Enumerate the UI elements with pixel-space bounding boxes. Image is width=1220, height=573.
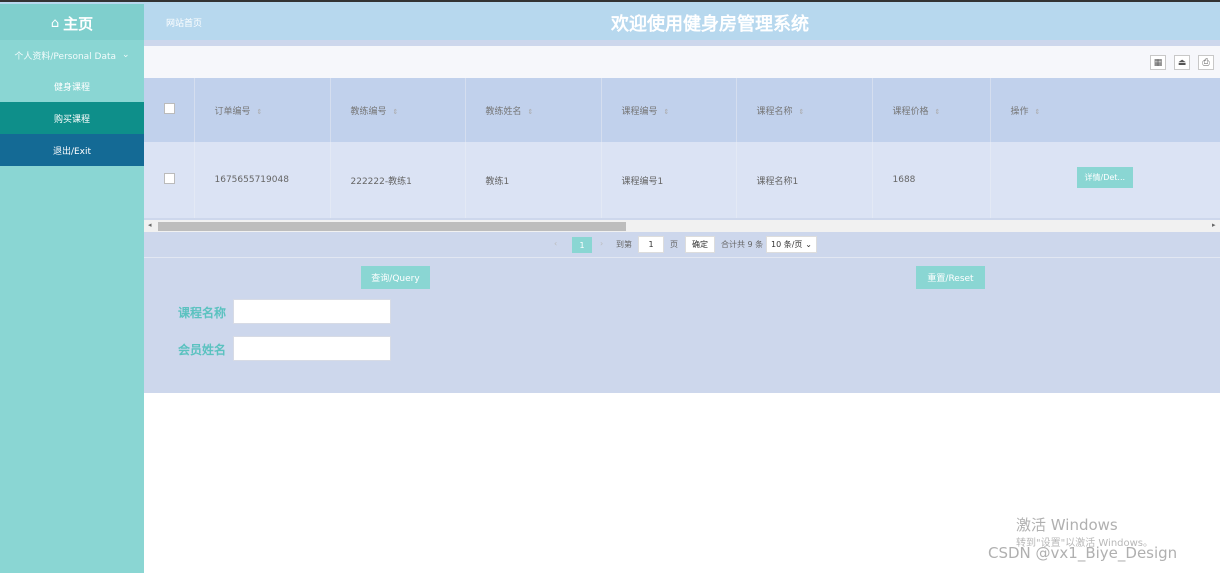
page-size-select[interactable]: 10 条/页 ⌄ xyxy=(766,236,817,253)
sidebar-item-label: 购买课程 xyxy=(53,114,90,125)
scroll-left-icon[interactable]: ◂ xyxy=(148,221,152,229)
home-icon: ⌂ xyxy=(50,15,60,31)
column-header[interactable]: 操作 ⇕ xyxy=(990,78,1220,142)
goto-confirm-button[interactable]: 确定 xyxy=(685,236,715,253)
total-count: 合计共 9 条 xyxy=(721,240,764,249)
member-name-input[interactable] xyxy=(233,336,391,361)
course-name-label: 课程名称 xyxy=(178,306,227,320)
page-unit-label: 页 xyxy=(670,240,678,249)
column-header[interactable]: 订单编号 ⇕ xyxy=(194,78,331,142)
goto-page-input[interactable]: 1 xyxy=(638,236,664,253)
sort-icon: ⇕ xyxy=(798,107,805,116)
query-button[interactable]: 查询/Query xyxy=(361,266,430,289)
home-label: 主页 xyxy=(63,14,94,33)
sidebar-item-exit[interactable]: 退出/Exit xyxy=(0,134,144,166)
export-icon[interactable]: ⏏ xyxy=(1174,55,1190,70)
sidebar-item-label: 健身课程 xyxy=(53,82,90,93)
chevron-down-icon: ⌄ xyxy=(122,50,130,60)
sidebar-item-purchase-course[interactable]: 购买课程 xyxy=(0,102,144,134)
sort-icon: ⇕ xyxy=(934,107,941,116)
pagination: ‹ 1 › 到第 1 页 确定 合计共 9 条 10 条/页 ⌄ xyxy=(144,232,1220,258)
row-select-cell xyxy=(144,142,195,218)
detail-button[interactable]: 详情/Det... xyxy=(1076,166,1134,188)
goto-label: 到第 xyxy=(616,240,632,249)
sort-icon: ⇕ xyxy=(1034,107,1041,116)
sidebar: 个人资料/Personal Data ⌄ 健身课程 购买课程 退出/Exit xyxy=(0,40,144,573)
top-bar: ⌂ 主页 网站首页 欢迎使用健身房管理系统 xyxy=(0,0,1220,42)
csdn-watermark: CSDN @vx1_Biye_Design xyxy=(988,544,1178,562)
page-size-value: 10 条/页 xyxy=(771,240,803,249)
column-header-label: 教练姓名 xyxy=(485,106,522,117)
select-all-checkbox[interactable] xyxy=(164,103,175,114)
column-header[interactable]: 课程名称 ⇕ xyxy=(736,78,873,142)
next-page-icon[interactable]: › xyxy=(600,239,603,248)
page-title: 欢迎使用健身房管理系统 xyxy=(611,14,809,35)
prev-page-icon[interactable]: ‹ xyxy=(554,239,557,248)
cell-coach-no: 222222-教练1 xyxy=(330,142,466,218)
sort-icon: ⇕ xyxy=(663,107,670,116)
select-all-cell xyxy=(144,78,195,142)
reset-button[interactable]: 重置/Reset xyxy=(916,266,985,289)
sort-icon: ⇕ xyxy=(256,107,263,116)
course-name-input[interactable] xyxy=(233,299,391,324)
member-name-label: 会员姓名 xyxy=(178,343,227,357)
scrollbar-thumb[interactable] xyxy=(158,222,626,231)
orders-table: 订单编号 ⇕ 教练编号 ⇕ 教练姓名 ⇕ 课程编号 ⇕ 课程名称 ⇕ 课程价格 ⇕ 操作 ⇕ … xyxy=(144,78,1220,220)
table-row: 1675655719048 222222-教练1 教练1 课程编号1 课程名称1… xyxy=(144,142,1220,218)
horizontal-scrollbar[interactable]: ◂ ▸ xyxy=(144,220,1220,232)
column-header[interactable]: 教练姓名 ⇕ xyxy=(465,78,602,142)
sort-icon: ⇕ xyxy=(527,107,534,116)
print-icon[interactable]: ⎙ xyxy=(1198,55,1214,70)
scroll-right-icon[interactable]: ▸ xyxy=(1212,221,1216,229)
cell-price: 1688 xyxy=(872,142,991,218)
sidebar-item-label: 退出/Exit xyxy=(52,146,92,157)
windows-activation-title: 激活 Windows xyxy=(1016,516,1118,534)
column-header[interactable]: 课程价格 ⇕ xyxy=(872,78,991,142)
cell-coach-name: 教练1 xyxy=(465,142,602,218)
column-header[interactable]: 课程编号 ⇕ xyxy=(601,78,737,142)
column-header-label: 课程编号 xyxy=(621,106,658,117)
column-header-label: 课程价格 xyxy=(892,106,929,117)
home-link[interactable]: ⌂ 主页 xyxy=(0,4,144,42)
sidebar-item-fitness-course[interactable]: 健身课程 xyxy=(0,70,144,102)
column-header-label: 订单编号 xyxy=(214,106,251,117)
cell-actions: 详情/Det... xyxy=(990,142,1220,218)
site-home-link[interactable]: 网站首页 xyxy=(166,16,202,29)
cell-order-no: 1675655719048 xyxy=(194,142,331,218)
chevron-down-icon: ⌄ xyxy=(805,240,812,249)
sidebar-group-label: 个人资料/Personal Data xyxy=(14,51,117,62)
sort-icon: ⇕ xyxy=(392,107,399,116)
column-header-label: 教练编号 xyxy=(350,106,387,117)
page-number-current[interactable]: 1 xyxy=(572,237,592,253)
main-panel: ▦ ⏏ ⎙ 订单编号 ⇕ 教练编号 ⇕ 教练姓名 ⇕ 课程编号 ⇕ 课程名称 ⇕ 课程价格… xyxy=(144,40,1220,393)
cell-course-no: 课程编号1 xyxy=(601,142,737,218)
row-checkbox[interactable] xyxy=(164,173,175,184)
column-header[interactable]: 教练编号 ⇕ xyxy=(330,78,466,142)
columns-icon[interactable]: ▦ xyxy=(1150,55,1166,70)
column-header-label: 课程名称 xyxy=(756,106,793,117)
column-header-label: 操作 xyxy=(1010,106,1029,117)
table-header-row: 订单编号 ⇕ 教练编号 ⇕ 教练姓名 ⇕ 课程编号 ⇕ 课程名称 ⇕ 课程价格 ⇕ 操作 ⇕ xyxy=(144,78,1220,142)
table-toolbar: ▦ ⏏ ⎙ xyxy=(144,46,1220,78)
cell-course-name: 课程名称1 xyxy=(736,142,873,218)
sidebar-group-personal-data[interactable]: 个人资料/Personal Data ⌄ xyxy=(0,40,144,70)
